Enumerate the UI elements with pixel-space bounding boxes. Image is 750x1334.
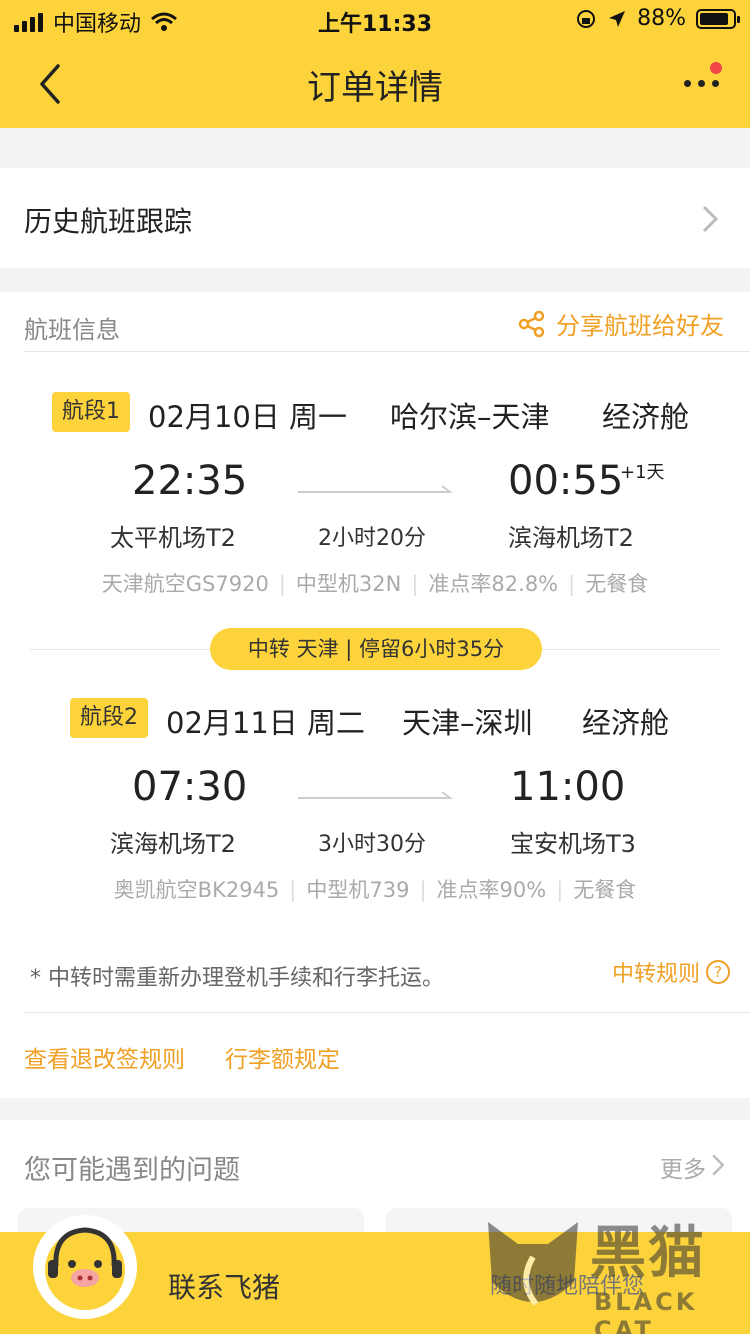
arrival-airport: 宝安机场T3 [510,830,636,858]
departure-airport: 滨海机场T2 [110,830,236,858]
arrow-icon [298,485,453,493]
chevron-right-icon [702,205,719,233]
navbar: 订单详情 [0,40,750,128]
meal-info: 无餐食 [573,878,637,902]
transfer-badge: 中转 天津 | 停留6小时35分 [210,628,542,670]
departure-time: 22:35 [132,458,248,504]
location-icon [609,10,626,27]
segment-route: 天津–深圳 [402,706,533,740]
flight-info-label: 航班信息 [24,316,120,344]
arrival-airport: 滨海机场T2 [508,524,634,552]
refund-change-rules-link[interactable]: 查看退改签规则 [24,1040,185,1074]
watermark-sub: BLACK CAT [594,1288,698,1334]
watermark-brand: 黑猫 [590,1221,706,1286]
rotation-lock-icon [577,9,596,28]
on-time-rate: 准点率90% [436,878,547,902]
share-label: 分享航班给好友 [556,312,724,340]
more-icon [684,80,719,87]
airline-flight: 奥凯航空BK2945 [113,878,280,902]
transfer-rule-label: 中转规则 [611,962,700,987]
segment-cabin: 经济舱 [602,400,690,434]
arrow-icon [298,791,453,799]
chevron-right-icon [712,1154,725,1176]
header: 中国移动 上午11:33 88% 订单详情 [0,0,750,128]
divider [24,1012,750,1013]
aircraft-type: 中型机739 [306,878,410,902]
segment-cabin: 经济舱 [582,706,670,740]
next-day-badge: +1天 [620,462,665,483]
transfer-note: * 中转时需重新办理登机手续和行李托运。 [30,966,444,991]
transfer-rule-link[interactable]: 中转规则 ? [612,956,730,988]
segment-tag: 航段2 [70,698,148,738]
watermark: 黑猫 BLACK CAT [470,1198,750,1334]
battery-percent: 88% [637,6,686,31]
baggage-allowance-link[interactable]: 行李额规定 [225,1040,340,1074]
history-tracking-row[interactable]: 历史航班跟踪 [0,168,750,268]
segment-route: 哈尔滨–天津 [390,400,550,434]
airline-flight: 天津航空GS7920 [101,572,269,596]
meal-info: 无餐食 [585,572,649,596]
flight-info-card: 航班信息 分享航班给好友 航段1 02月10日 周一 哈尔滨–天津 经济舱 22… [0,292,750,1098]
rule-links: 查看退改签规则 行李额规定 [24,1040,340,1074]
flight-meta: 奥凯航空BK2945 | 中型机739 | 准点率90% | 无餐食 [113,878,637,902]
page-title: 订单详情 [307,68,443,108]
on-time-rate: 准点率82.8% [428,572,559,596]
segment-date: 02月10日 周一 [148,400,348,434]
more-button[interactable] [678,62,728,102]
black-cat-logo-icon [488,1222,578,1306]
flight-meta: 天津航空GS7920 | 中型机32N | 准点率82.8% | 无餐食 [101,572,649,596]
status-bar: 中国移动 上午11:33 88% [0,0,750,40]
flight-duration: 2小时20分 [318,526,426,551]
segment-tag: 航段1 [52,392,130,432]
arrival-time: 00:55 [508,458,624,504]
faq-title: 您可能遇到的问题 [24,1155,240,1186]
flight-info-header: 航班信息 分享航班给好友 [24,292,750,352]
segment-date: 02月11日 周二 [166,706,366,740]
departure-time: 07:30 [132,764,248,810]
history-tracking-label: 历史航班跟踪 [24,205,193,238]
arrival-time: 11:00 [510,764,626,810]
flight-duration: 3小时30分 [318,832,426,857]
help-icon: ? [706,960,730,984]
share-flight-button[interactable]: 分享航班给好友 [518,306,724,341]
departure-airport: 太平机场T2 [110,524,236,552]
faq-more-link[interactable]: 更多 [660,1150,706,1184]
share-icon [518,310,545,337]
aircraft-type: 中型机32N [295,572,402,596]
battery-icon [696,8,740,29]
fliggy-pig-avatar[interactable] [32,1214,138,1320]
notification-dot [710,62,722,74]
contact-label: 联系飞猪 [168,1271,281,1304]
